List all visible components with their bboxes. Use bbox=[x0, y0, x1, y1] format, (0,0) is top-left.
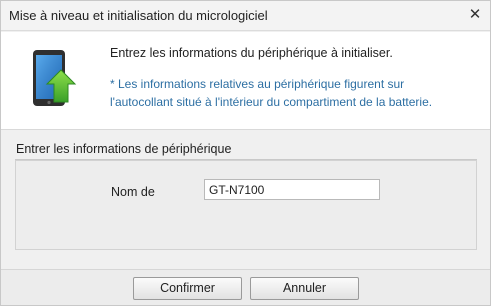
close-icon[interactable]: ✕ bbox=[466, 6, 484, 24]
phone-upload-icon bbox=[33, 50, 77, 106]
section-label: Entrer les informations de périphérique bbox=[16, 142, 232, 156]
model-name-input[interactable] bbox=[204, 179, 380, 200]
cancel-button[interactable]: Annuler bbox=[250, 277, 359, 300]
header-panel: Entrez les informations du périphérique … bbox=[1, 32, 490, 130]
header-message: Entrez les informations du périphérique … bbox=[110, 46, 393, 60]
confirm-button[interactable]: Confirmer bbox=[133, 277, 242, 300]
title-bar: Mise à niveau et initialisation du micro… bbox=[1, 1, 490, 31]
header-note: * Les informations relatives au périphér… bbox=[110, 77, 433, 109]
device-info-panel bbox=[15, 160, 477, 250]
button-bar bbox=[1, 269, 490, 305]
model-label: Nom de bbox=[111, 185, 155, 199]
window-title: Mise à niveau et initialisation du micro… bbox=[9, 8, 268, 23]
firmware-dialog: Mise à niveau et initialisation du micro… bbox=[0, 0, 491, 306]
